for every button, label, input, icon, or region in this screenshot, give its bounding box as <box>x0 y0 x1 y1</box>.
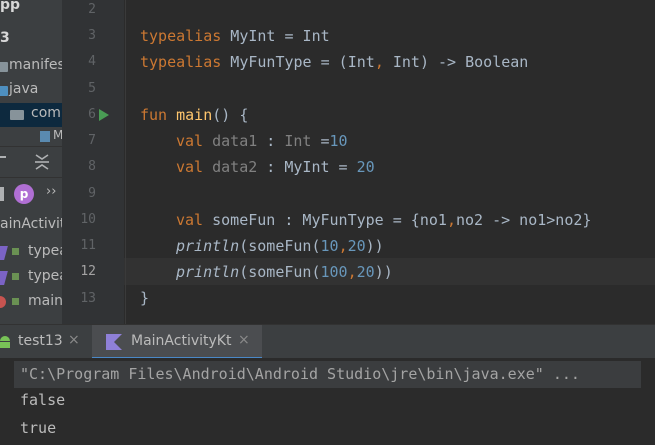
line-number: 9 <box>88 186 96 201</box>
tab-label: MainActivityKt <box>131 333 232 349</box>
kotlin-file-icon <box>40 131 50 142</box>
code-line-3[interactable]: typealias MyInt = Int <box>140 26 330 46</box>
function-icon <box>0 296 6 308</box>
typealias-icon <box>0 271 8 285</box>
code-line-8[interactable]: val data2 : MyInt = 20 <box>176 157 375 177</box>
console-output-line: true <box>20 419 57 437</box>
kotlin-icon <box>106 334 122 350</box>
visibility-icon <box>12 248 19 255</box>
visibility-icon <box>12 273 19 280</box>
run-tab-bar: test13 × MainActivityKt × <box>0 324 655 359</box>
tab-mainactivitykt[interactable]: MainActivityKt × <box>92 325 262 359</box>
run-icon[interactable] <box>98 108 110 122</box>
run-console[interactable]: "C:\Program Files\Android\Android Studio… <box>0 358 655 445</box>
tree-item-java[interactable]: java <box>0 79 62 103</box>
close-icon[interactable]: × <box>238 332 250 348</box>
project-title: pp <box>0 0 21 13</box>
close-icon[interactable]: × <box>68 332 80 348</box>
line-number: 8 <box>88 159 96 174</box>
console-command[interactable]: "C:\Program Files\Android\Android Studio… <box>20 365 580 383</box>
expand-all-icon[interactable] <box>33 152 51 172</box>
source-folder-icon <box>0 86 8 96</box>
android-icon <box>0 336 10 348</box>
structure-filter-bar: p ›› <box>0 177 62 211</box>
code-line-11[interactable]: println(someFun(10,20)) <box>176 236 384 256</box>
package-icon <box>10 110 24 120</box>
tree-item-label: manifes <box>9 57 62 73</box>
line-number: 2 <box>88 2 96 17</box>
line-number: 4 <box>88 54 96 69</box>
more-options-icon[interactable]: ›› <box>46 184 56 199</box>
code-line-10[interactable]: val someFun : MyFunType = {no1,no2 -> no… <box>176 210 591 230</box>
console-output-line: false <box>20 391 66 409</box>
tab-label: test13 <box>18 333 63 349</box>
collapse-icon[interactable] <box>0 156 6 158</box>
line-number: 7 <box>88 133 96 148</box>
module-name[interactable]: 3 <box>0 30 10 46</box>
structure-class-name[interactable]: ainActivit <box>0 216 62 232</box>
sort-icon[interactable] <box>0 187 4 201</box>
code-line-4[interactable]: typealias MyFunType = (Int, Int) -> Bool… <box>140 52 528 72</box>
tree-item-label: java <box>9 81 39 97</box>
structure-member-typealias-2[interactable]: typea <box>0 266 62 290</box>
tree-item-manifests[interactable]: manifes <box>0 55 62 79</box>
property-filter-icon[interactable]: p <box>14 184 34 204</box>
visibility-icon <box>12 298 19 305</box>
tree-item-partial[interactable]: M <box>0 127 62 145</box>
code-line-13[interactable]: } <box>140 288 149 308</box>
line-number: 3 <box>88 28 96 43</box>
tab-test13[interactable]: test13 × <box>0 325 90 359</box>
line-number: 13 <box>80 291 96 306</box>
structure-member-main[interactable]: main <box>0 291 62 315</box>
line-number: 10 <box>80 212 96 227</box>
code-line-12[interactable]: println(someFun(100,20)) <box>176 262 393 282</box>
code-line-6[interactable]: fun main() { <box>140 105 248 125</box>
line-number: 6 <box>88 107 96 122</box>
tree-item-package[interactable]: com. <box>0 103 62 127</box>
editor-gutter: 2 3 4 5 6 7 8 9 10 11 12 13 <box>62 0 137 324</box>
typealias-icon <box>0 246 8 260</box>
code-line-7[interactable]: val data1 : Int =10 <box>176 131 348 151</box>
structure-toolbar <box>0 146 62 178</box>
folder-icon <box>0 62 8 72</box>
line-number: 5 <box>88 81 96 96</box>
line-number-current: 12 <box>80 264 96 279</box>
project-panel: pp 3 manifes java com. M p ›› ainActivit… <box>0 0 62 324</box>
line-number: 11 <box>80 238 96 253</box>
gutter-divider <box>125 0 126 324</box>
structure-member-typealias-1[interactable]: typea <box>0 241 62 265</box>
